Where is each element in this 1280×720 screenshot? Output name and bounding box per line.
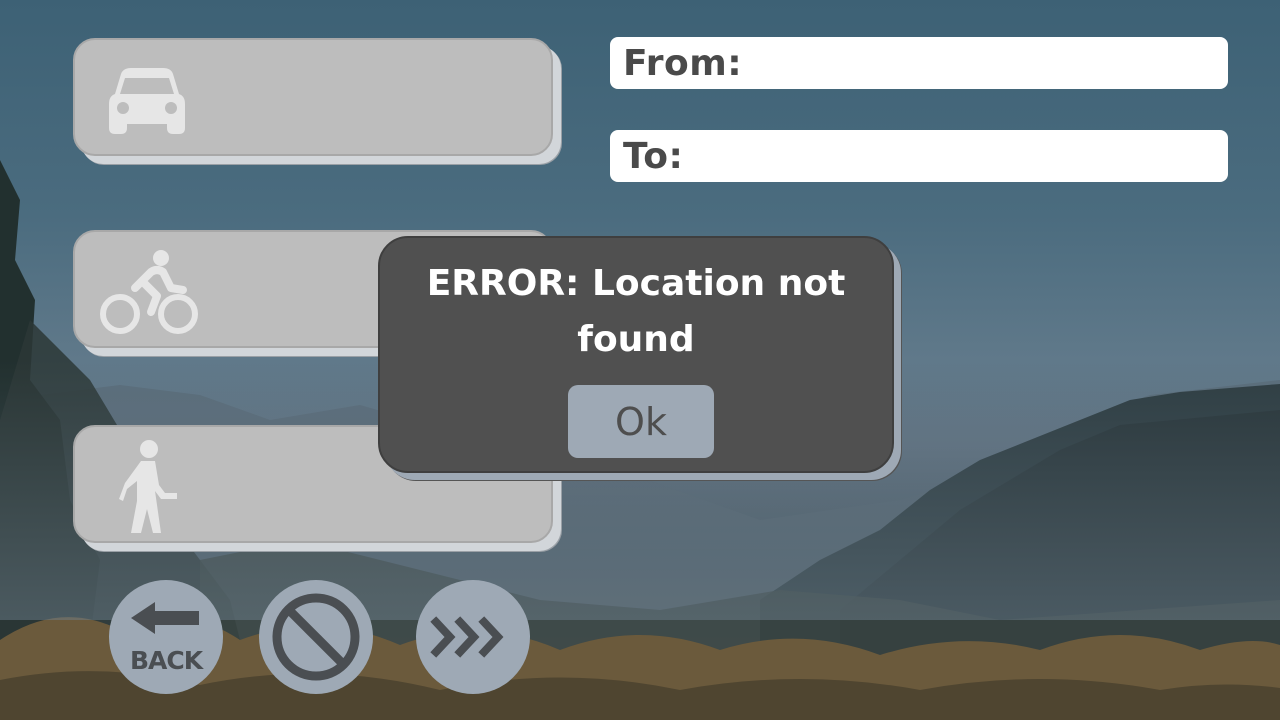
pedestrian-icon [119, 440, 177, 533]
car-mode-button[interactable] [73, 38, 553, 156]
ok-button[interactable]: Ok [568, 385, 714, 458]
to-field[interactable]: To: [610, 129, 1228, 183]
car-icon [109, 68, 185, 134]
from-field[interactable]: From: [610, 36, 1228, 90]
cancel-button[interactable] [259, 580, 373, 694]
forward-button[interactable] [416, 580, 530, 694]
prohibited-icon [272, 593, 360, 681]
back-button[interactable]: BACK [109, 580, 223, 694]
triple-chevron-right-icon [430, 616, 504, 658]
from-label: From: [623, 42, 743, 84]
to-input[interactable] [683, 129, 1228, 183]
to-label: To: [623, 135, 684, 177]
error-dialog: ERROR: Location not found Ok [378, 236, 894, 473]
back-label: BACK [129, 646, 203, 675]
arrow-left-icon [131, 602, 199, 634]
cyclist-icon [100, 250, 198, 334]
from-input[interactable] [742, 36, 1228, 90]
error-message: ERROR: Location not found [426, 263, 846, 360]
